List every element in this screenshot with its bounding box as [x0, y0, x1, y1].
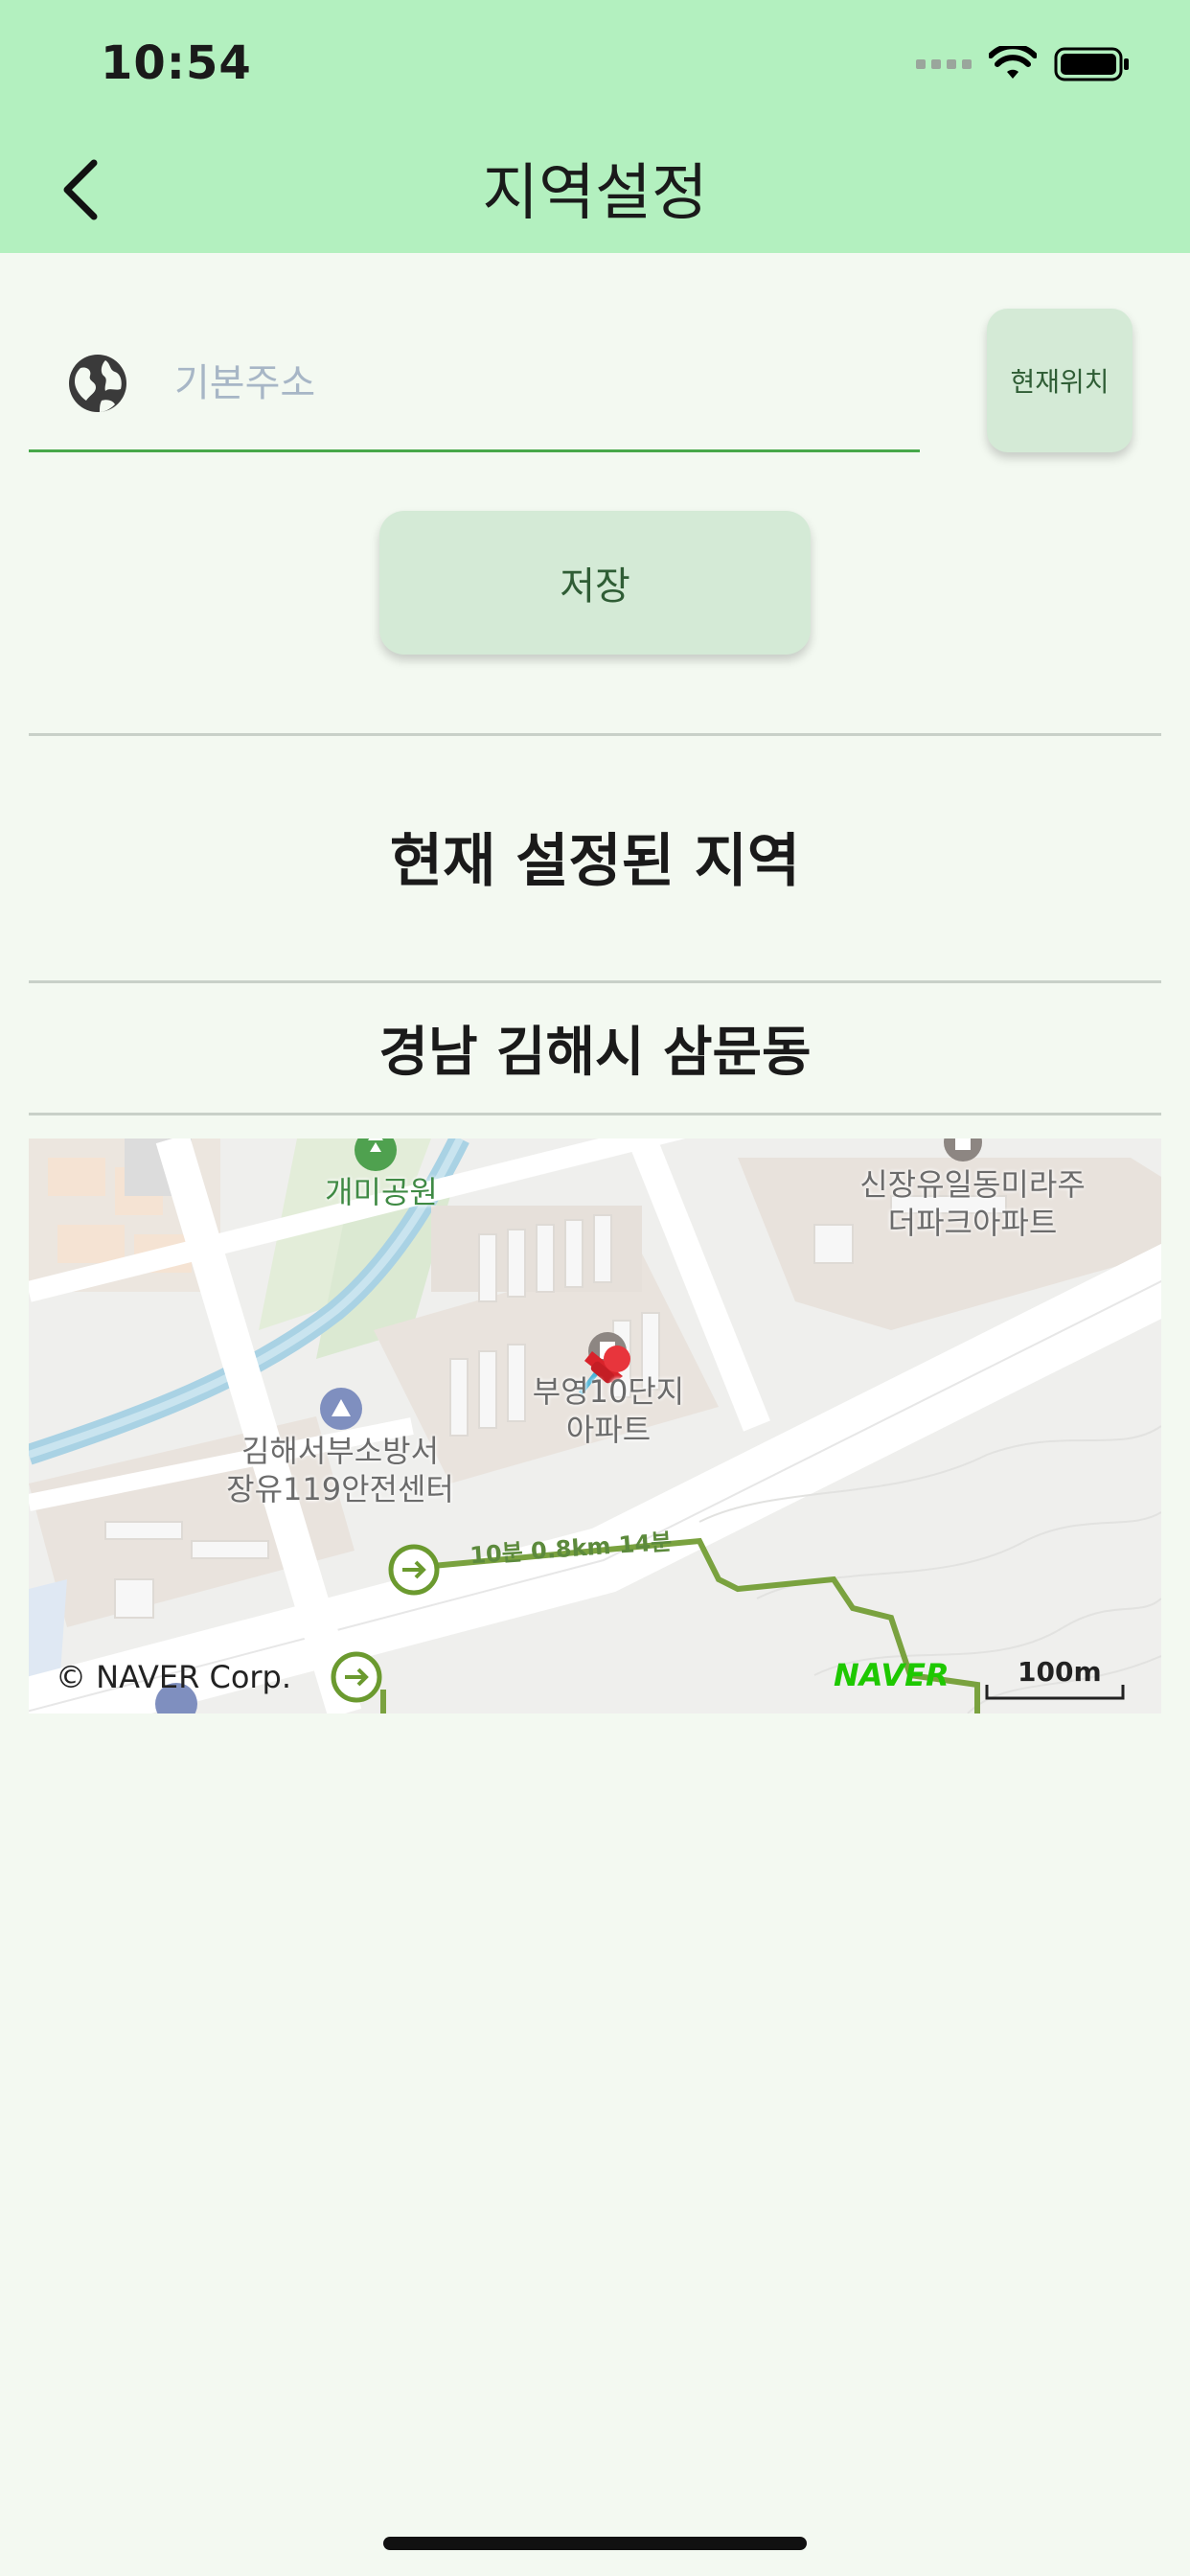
map-scale-label: 100m — [1018, 1656, 1102, 1688]
globe-icon — [69, 355, 126, 412]
current-location-button[interactable]: 현재위치 — [987, 309, 1133, 452]
save-button[interactable]: 저장 — [379, 511, 811, 655]
status-time: 10:54 — [101, 36, 252, 90]
map-view[interactable]: 개미공원 신장유일동미라주 더파크아파트 부영10단지 아파트 김해서부소방서 … — [29, 1138, 1161, 1714]
battery-icon — [1054, 47, 1129, 81]
map-label-fire-station: 김해서부소방서 장유119안전센터 — [226, 1433, 454, 1507]
signal-icon — [916, 59, 972, 69]
page-title: 지역설정 — [482, 158, 708, 229]
current-region-text: 경남 김해시 삼문동 — [378, 1022, 812, 1084]
map-label-apartment-ne: 신장유일동미라주 더파크아파트 — [859, 1166, 1086, 1241]
map-copyright: © NAVER Corp. — [56, 1659, 292, 1695]
map-label-apartment-pin: 부영10단지 아파트 — [532, 1373, 685, 1448]
divider-bottom — [29, 1113, 1161, 1116]
wifi-icon — [989, 46, 1037, 79]
address-search-row — [29, 326, 920, 452]
divider-middle — [29, 980, 1161, 983]
status-icons — [916, 46, 1131, 82]
map-label-park: 개미공원 — [325, 1174, 438, 1210]
section-heading: 현재 설정된 지역 — [389, 828, 801, 895]
header-bar: 10:54 지역설정 — [0, 0, 1190, 253]
home-indicator — [383, 2537, 807, 2550]
divider-top — [29, 733, 1161, 736]
naver-logo: NAVER — [834, 1657, 950, 1693]
address-input[interactable] — [174, 353, 883, 414]
